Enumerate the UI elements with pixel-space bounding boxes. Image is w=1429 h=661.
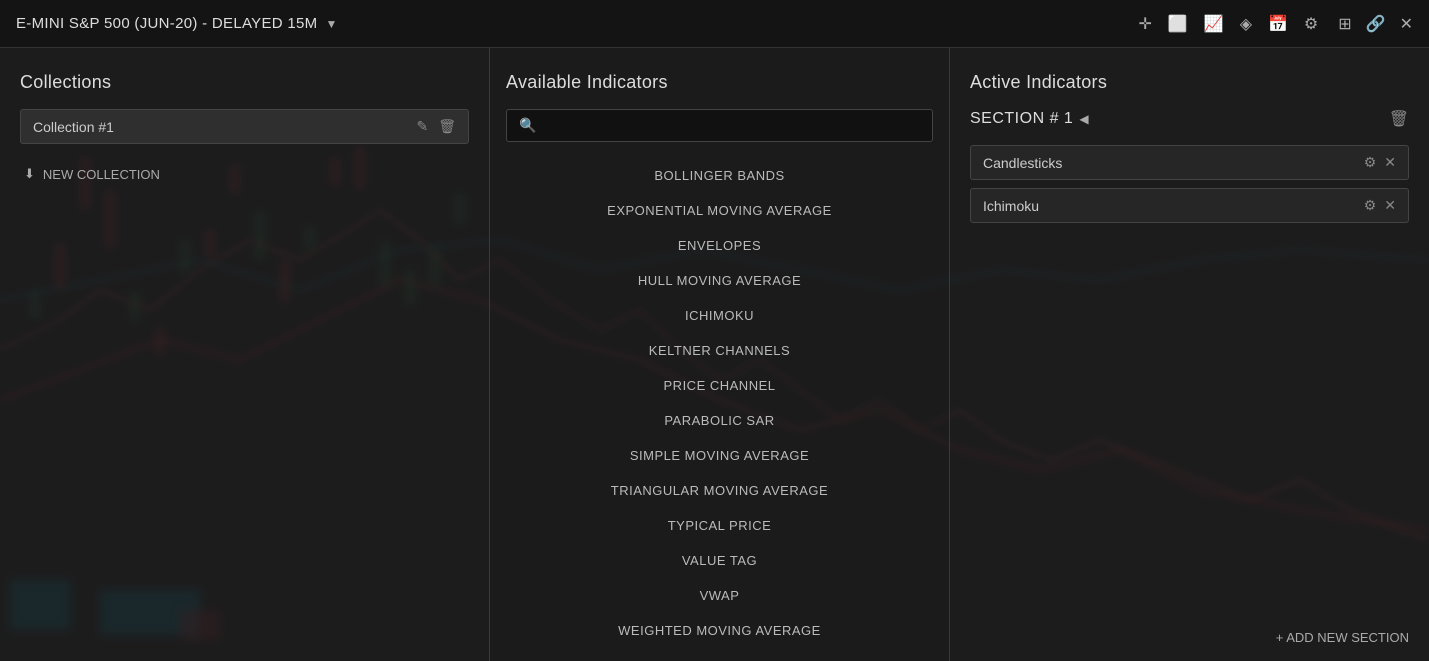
section-header: SECTION # 1 ◀ 🗑	[970, 109, 1409, 129]
collections-panel: Collections Collection #1 ✎ 🗑 ⬇ NEW COLL…	[0, 48, 490, 661]
active-indicator-item: Candlesticks⚙✕	[970, 145, 1409, 180]
toolbar-icons: ✛ ⬜ 📈 ◈ 📅 ⚙	[1138, 14, 1318, 34]
layers-icon[interactable]: ◈	[1240, 14, 1252, 34]
price-icon[interactable]: ⬜	[1168, 14, 1188, 34]
indicator-item[interactable]: PRICE CHANNEL	[506, 368, 933, 403]
chart-line-icon[interactable]: 📈	[1204, 14, 1224, 34]
gear-icon[interactable]: ⚙	[1364, 154, 1377, 171]
search-icon: 🔍	[519, 117, 536, 134]
crosshair-icon[interactable]: ✛	[1138, 14, 1151, 34]
collection-name: Collection #1	[33, 119, 416, 135]
active-items-container: Candlesticks⚙✕Ichimoku⚙✕	[970, 145, 1409, 231]
close-icon[interactable]: ✕	[1384, 154, 1396, 171]
active-indicator-name: Candlesticks	[983, 155, 1364, 171]
grid-button[interactable]: ⊞	[1338, 14, 1351, 34]
delete-section-icon[interactable]: 🗑	[1389, 109, 1409, 129]
indicator-list: BOLLINGER BANDSEXPONENTIAL MOVING AVERAG…	[506, 158, 933, 645]
search-input[interactable]	[544, 118, 920, 133]
symbol-dropdown[interactable]: ▼	[325, 17, 337, 31]
indicator-item[interactable]: WEIGHTED MOVING AVERAGE	[506, 613, 933, 645]
active-indicators-panel: Active Indicators SECTION # 1 ◀ 🗑 Candle…	[950, 48, 1429, 661]
indicator-item[interactable]: EXPONENTIAL MOVING AVERAGE	[506, 193, 933, 228]
section-arrow-icon[interactable]: ◀	[1079, 112, 1088, 126]
window-controls: ⊞ 🔗 ✕	[1338, 14, 1413, 34]
collection-item[interactable]: Collection #1 ✎ 🗑	[20, 109, 469, 144]
collection-actions: ✎ 🗑	[416, 118, 456, 135]
indicator-item[interactable]: VWAP	[506, 578, 933, 613]
add-new-section-button[interactable]: + ADD NEW SECTION	[970, 614, 1409, 645]
edit-collection-icon[interactable]: ✎	[416, 118, 428, 135]
title-bar: E-MINI S&P 500 (JUN-20) - DELAYED 15M ▼ …	[0, 0, 1429, 48]
symbol-title: E-MINI S&P 500 (JUN-20) - DELAYED 15M	[16, 15, 317, 32]
indicator-item[interactable]: VALUE TAG	[506, 543, 933, 578]
settings-icon[interactable]: ⚙	[1304, 14, 1318, 34]
indicator-item[interactable]: SIMPLE MOVING AVERAGE	[506, 438, 933, 473]
available-indicators-panel: Available Indicators 🔍 BOLLINGER BANDSEX…	[490, 48, 950, 661]
active-indicator-actions: ⚙✕	[1364, 154, 1396, 171]
section-title: SECTION # 1	[970, 110, 1073, 128]
indicator-item[interactable]: TYPICAL PRICE	[506, 508, 933, 543]
close-button[interactable]: ✕	[1400, 14, 1413, 34]
new-collection-label: NEW COLLECTION	[43, 167, 160, 182]
new-collection-icon: ⬇	[24, 166, 35, 182]
available-indicators-title: Available Indicators	[506, 72, 933, 93]
indicator-item[interactable]: PARABOLIC SAR	[506, 403, 933, 438]
indicator-item[interactable]: TRIANGULAR MOVING AVERAGE	[506, 473, 933, 508]
gear-icon[interactable]: ⚙	[1364, 197, 1377, 214]
collections-title: Collections	[20, 72, 469, 93]
active-indicator-actions: ⚙✕	[1364, 197, 1396, 214]
link-button[interactable]: 🔗	[1366, 14, 1386, 34]
indicator-item[interactable]: KELTNER CHANNELS	[506, 333, 933, 368]
indicator-item[interactable]: ENVELOPES	[506, 228, 933, 263]
indicator-item[interactable]: HULL MOVING AVERAGE	[506, 263, 933, 298]
active-indicator-item: Ichimoku⚙✕	[970, 188, 1409, 223]
search-box[interactable]: 🔍	[506, 109, 933, 142]
new-collection-button[interactable]: ⬇ NEW COLLECTION	[20, 160, 469, 188]
calendar-icon[interactable]: 📅	[1268, 14, 1288, 34]
indicator-item[interactable]: BOLLINGER BANDS	[506, 158, 933, 193]
active-indicators-title: Active Indicators	[970, 72, 1409, 93]
close-icon[interactable]: ✕	[1384, 197, 1396, 214]
indicator-item[interactable]: ICHIMOKU	[506, 298, 933, 333]
active-indicator-name: Ichimoku	[983, 198, 1364, 214]
delete-collection-icon[interactable]: 🗑	[438, 118, 456, 135]
